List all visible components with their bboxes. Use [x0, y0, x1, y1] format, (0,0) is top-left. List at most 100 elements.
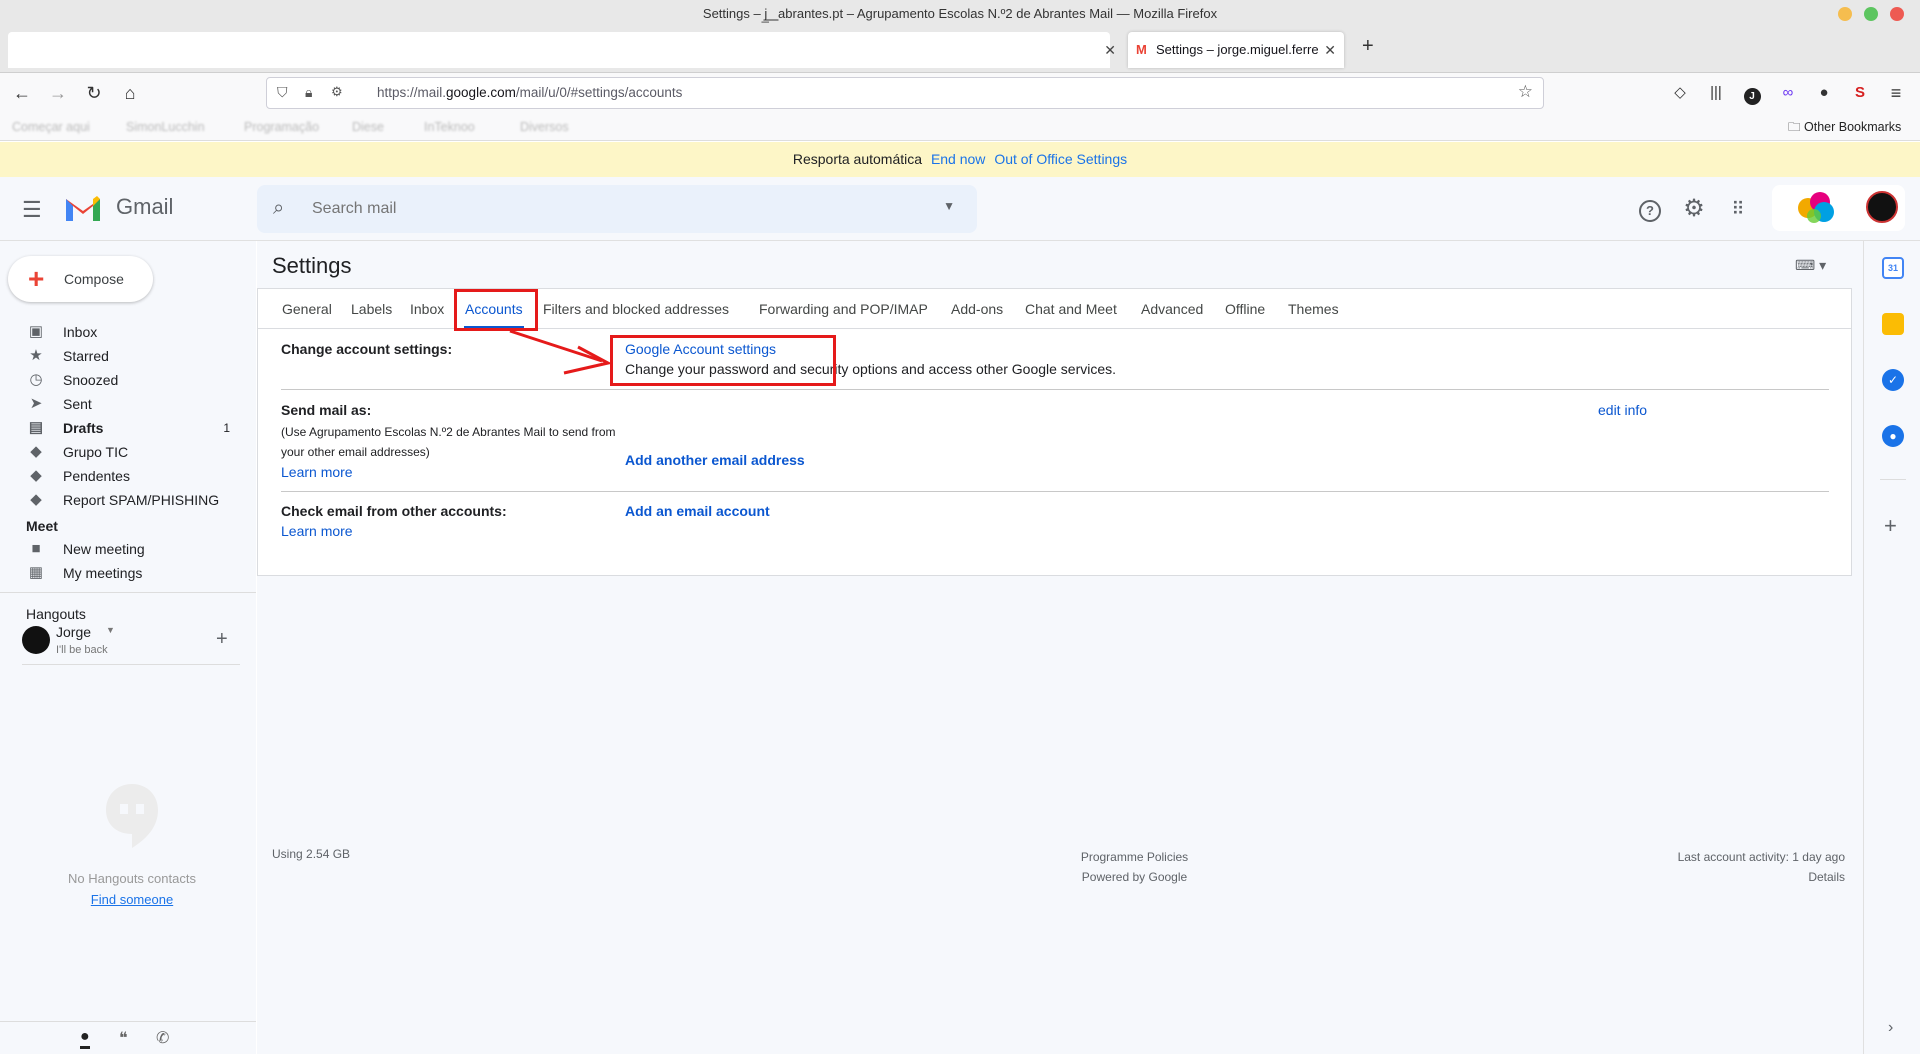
nav-item-my-meetings[interactable]: ▦ My meetings [0, 561, 240, 585]
bookmark-item[interactable]: SimonLucchin [126, 113, 205, 141]
learn-more-link[interactable]: Learn more [281, 464, 353, 480]
powered-by: Powered by Google [1081, 870, 1188, 884]
permissions-icon[interactable]: ⚙ [331, 84, 343, 100]
find-someone-link[interactable]: Find someone [0, 892, 264, 907]
nav-item-inbox[interactable]: ▣ Inbox [0, 320, 240, 344]
minimize-button[interactable] [1838, 7, 1852, 21]
tab-addons[interactable]: Add-ons [951, 289, 1003, 329]
lock-icon[interactable]: 🔒︎ [305, 84, 312, 101]
nav-item-pendentes[interactable]: ◆ Pendentes [0, 464, 240, 488]
extension-j-icon[interactable]: J [1740, 81, 1764, 105]
get-addons-icon[interactable]: + [1884, 513, 1897, 539]
main-content: Settings ⌨ ▾ General Labels Inbox Accoun… [257, 241, 1863, 1054]
extension-s-icon[interactable]: S [1848, 81, 1872, 105]
tasks-app-icon[interactable]: ✓ [1882, 369, 1904, 391]
phone-tab-icon[interactable]: ✆ [156, 1028, 169, 1048]
tab-general[interactable]: General [282, 289, 332, 329]
bookmark-item[interactable]: Diese [352, 113, 384, 141]
add-email-account-link[interactable]: Add an email account [625, 503, 770, 519]
other-bookmarks[interactable]: 🗀︎ Other Bookmarks [1788, 113, 1901, 141]
tab-themes[interactable]: Themes [1288, 289, 1339, 329]
footer-links: Programme Policies Powered by Google [957, 847, 1312, 887]
add-hangout-icon[interactable]: + [216, 628, 228, 651]
new-tab-icon[interactable]: + [1362, 35, 1374, 58]
nav-item-report-spam[interactable]: ◆ Report SPAM/PHISHING [0, 488, 240, 512]
bookmark-item[interactable]: InTeknoo [424, 113, 475, 141]
send-mail-as-label: Send mail as: [281, 402, 372, 418]
hangouts-tab-icon[interactable]: ❝ [119, 1028, 128, 1048]
reload-icon[interactable]: ↻ [82, 81, 106, 105]
inbox-icon: ▣ [28, 323, 44, 340]
tab-filters[interactable]: Filters and blocked addresses [543, 289, 729, 329]
bookmark-star-icon[interactable]: ☆ [1518, 82, 1533, 102]
search-icon[interactable]: ⌕ [273, 197, 284, 220]
add-another-email-link[interactable]: Add another email address [625, 452, 805, 468]
search-bar[interactable]: ⌕ ▼ [257, 185, 977, 233]
hangouts-user[interactable]: Jorge ▼ I'll be back + [22, 624, 242, 660]
hangouts-status: I'll be back [56, 644, 108, 656]
keep-app-icon[interactable] [1882, 313, 1904, 335]
close-tab-icon[interactable]: ✕ [1104, 32, 1116, 68]
nav-item-grupo-tic[interactable]: ◆ Grupo TIC [0, 440, 240, 464]
learn-more-link[interactable]: Learn more [281, 523, 353, 539]
ooo-settings-link[interactable]: Out of Office Settings [994, 151, 1127, 167]
shield-icon[interactable]: ⛉ [277, 84, 288, 101]
pocket-icon[interactable]: ◇ [1668, 81, 1692, 105]
home-icon[interactable]: ⌂ [118, 81, 142, 105]
programme-policies-link[interactable]: Programme Policies [957, 847, 1312, 867]
back-icon[interactable]: ← [10, 81, 34, 105]
close-tab-icon[interactable]: ✕ [1324, 32, 1336, 68]
contacts-tab-icon[interactable]: ● [80, 1028, 90, 1049]
extension-circle-icon[interactable]: ● [1812, 81, 1836, 105]
gmail-brand[interactable]: Gmail [116, 194, 173, 220]
avatar[interactable] [1866, 191, 1898, 223]
annotation-box-google-account [610, 335, 836, 386]
tab-labels[interactable]: Labels [351, 289, 392, 329]
video-icon: ■ [31, 540, 41, 557]
row-divider [281, 491, 1829, 492]
gmail-logo-icon[interactable] [64, 193, 102, 223]
browser-tab-settings[interactable]: M Settings – jorge.miguel.ferre ✕ [1128, 32, 1344, 68]
forward-icon[interactable]: → [46, 81, 70, 105]
tab-offline[interactable]: Offline [1225, 289, 1265, 329]
hangouts-section-title: Hangouts [26, 606, 86, 622]
browser-tab-redacted[interactable]: ✕ [8, 32, 1116, 68]
main-menu-icon[interactable]: ☰ [22, 197, 42, 223]
tab-inbox[interactable]: Inbox [410, 289, 444, 329]
contacts-app-icon[interactable]: ● [1882, 425, 1904, 447]
bookmark-item[interactable]: Diversos [520, 113, 569, 141]
maximize-button[interactable] [1864, 7, 1878, 21]
keyboard-input-icon[interactable]: ⌨ ▾ [1795, 257, 1826, 274]
status-dropdown-icon[interactable]: ▼ [106, 625, 115, 635]
tab-advanced[interactable]: Advanced [1141, 289, 1203, 329]
account-area[interactable] [1772, 185, 1905, 231]
url-text: https://mail.google.com/mail/u/0/#settin… [377, 85, 683, 100]
nav-item-snoozed[interactable]: ◷ Snoozed [0, 368, 240, 392]
calendar-app-icon[interactable]: 31 [1882, 257, 1904, 279]
library-icon[interactable]: ||| [1704, 81, 1728, 105]
bookmark-item[interactable]: Programação [244, 113, 319, 141]
nav-item-new-meeting[interactable]: ■ New meeting [0, 537, 240, 561]
tab-forwarding[interactable]: Forwarding and POP/IMAP [759, 289, 928, 329]
settings-gear-icon[interactable]: ⚙ [1680, 195, 1708, 223]
search-input[interactable] [312, 195, 892, 223]
menu-icon[interactable]: ≡ [1884, 81, 1908, 105]
end-now-link[interactable]: End now [931, 151, 985, 167]
apps-grid-icon[interactable]: ⠿ [1724, 195, 1752, 223]
extension-link-icon[interactable]: ∞ [1776, 81, 1800, 105]
nav-item-starred[interactable]: ★ Starred [0, 344, 240, 368]
nav-item-sent[interactable]: ➤ Sent [0, 392, 240, 416]
tab-chat-meet[interactable]: Chat and Meet [1025, 289, 1117, 329]
compose-button[interactable]: + Compose [8, 256, 153, 302]
search-options-icon[interactable]: ▼ [943, 199, 955, 213]
url-bar[interactable]: ⛉ 🔒︎ ⚙ https://mail.google.com/mail/u/0/… [266, 77, 1544, 109]
calendar-icon: ▦ [28, 564, 44, 581]
edit-info-link[interactable]: edit info [1598, 402, 1647, 418]
hangouts-username: Jorge [56, 624, 92, 640]
activity-details-link[interactable]: Details [1678, 867, 1845, 887]
help-icon[interactable]: ? [1636, 195, 1664, 223]
bookmark-item[interactable]: Começar aqui [12, 113, 90, 141]
expand-panel-icon[interactable]: › [1888, 1019, 1893, 1037]
nav-item-drafts[interactable]: ▤ Drafts 1 [0, 416, 240, 440]
close-window-button[interactable] [1890, 7, 1904, 21]
